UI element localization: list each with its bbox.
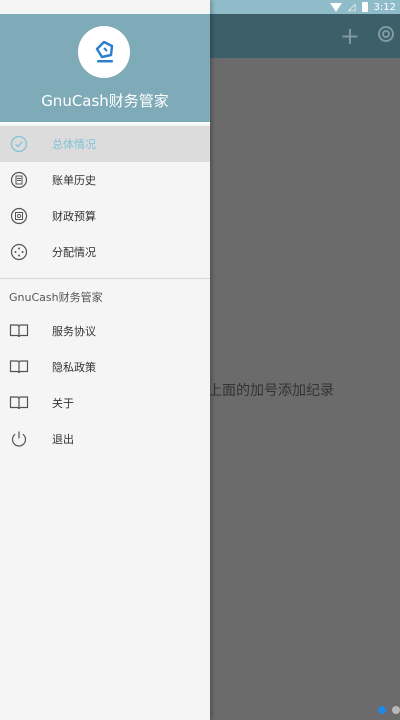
nav-item-label: 隐私政策 bbox=[52, 361, 96, 374]
nav-item-label: 总体情况 bbox=[52, 138, 96, 151]
plus-icon[interactable]: + bbox=[340, 24, 360, 48]
nav-item-about[interactable]: 关于 bbox=[0, 385, 210, 421]
check-circle-icon bbox=[9, 134, 29, 154]
gear-icon[interactable] bbox=[376, 24, 396, 48]
book-icon bbox=[9, 321, 29, 341]
history-icon bbox=[9, 170, 29, 190]
power-icon bbox=[9, 429, 29, 449]
nav-item-privacy-policy[interactable]: 隐私政策 bbox=[0, 349, 210, 385]
nav-item-service-agreement[interactable]: 服务协议 bbox=[0, 313, 210, 349]
budget-icon bbox=[9, 206, 29, 226]
signal-icon: ◿ bbox=[347, 1, 356, 13]
header-divider bbox=[0, 122, 210, 124]
battery-icon bbox=[361, 2, 368, 12]
drawer-header: GnuCash财务管家 bbox=[0, 14, 210, 122]
allocation-icon bbox=[9, 242, 29, 262]
book-icon bbox=[9, 393, 29, 413]
wifi-icon bbox=[329, 2, 342, 12]
page-dot-active bbox=[378, 706, 386, 714]
nav-item-label: 服务协议 bbox=[52, 325, 96, 338]
app-logo-icon bbox=[78, 26, 130, 78]
page-dot bbox=[392, 706, 400, 714]
drawer-app-title: GnuCash财务管家 bbox=[41, 92, 169, 110]
nav-item-allocation[interactable]: 分配情况 bbox=[0, 234, 210, 270]
nav-item-label: 关于 bbox=[52, 397, 74, 410]
nav-item-label: 分配情况 bbox=[52, 246, 96, 259]
status-time: 3:12 bbox=[373, 1, 396, 13]
nav-item-exit[interactable]: 退出 bbox=[0, 421, 210, 457]
nav-item-label: 退出 bbox=[52, 433, 74, 446]
menu-divider bbox=[0, 278, 210, 279]
nav-item-bill-history[interactable]: 账单历史 bbox=[0, 162, 210, 198]
nav-item-label: 财政预算 bbox=[52, 210, 96, 223]
navigation-drawer: GnuCash财务管家 总体情况 账单历史 财政预算 分配情况 GnuCash财… bbox=[0, 0, 210, 720]
nav-item-overview[interactable]: 总体情况 bbox=[0, 126, 210, 162]
page-indicator bbox=[378, 706, 400, 714]
drawer-menu: 总体情况 账单历史 财政预算 分配情况 GnuCash财务管家 服务协议 隐私政… bbox=[0, 126, 210, 457]
section-title: GnuCash财务管家 bbox=[9, 291, 103, 304]
nav-item-label: 账单历史 bbox=[52, 174, 96, 187]
nav-item-budget[interactable]: 财政预算 bbox=[0, 198, 210, 234]
book-icon bbox=[9, 357, 29, 377]
